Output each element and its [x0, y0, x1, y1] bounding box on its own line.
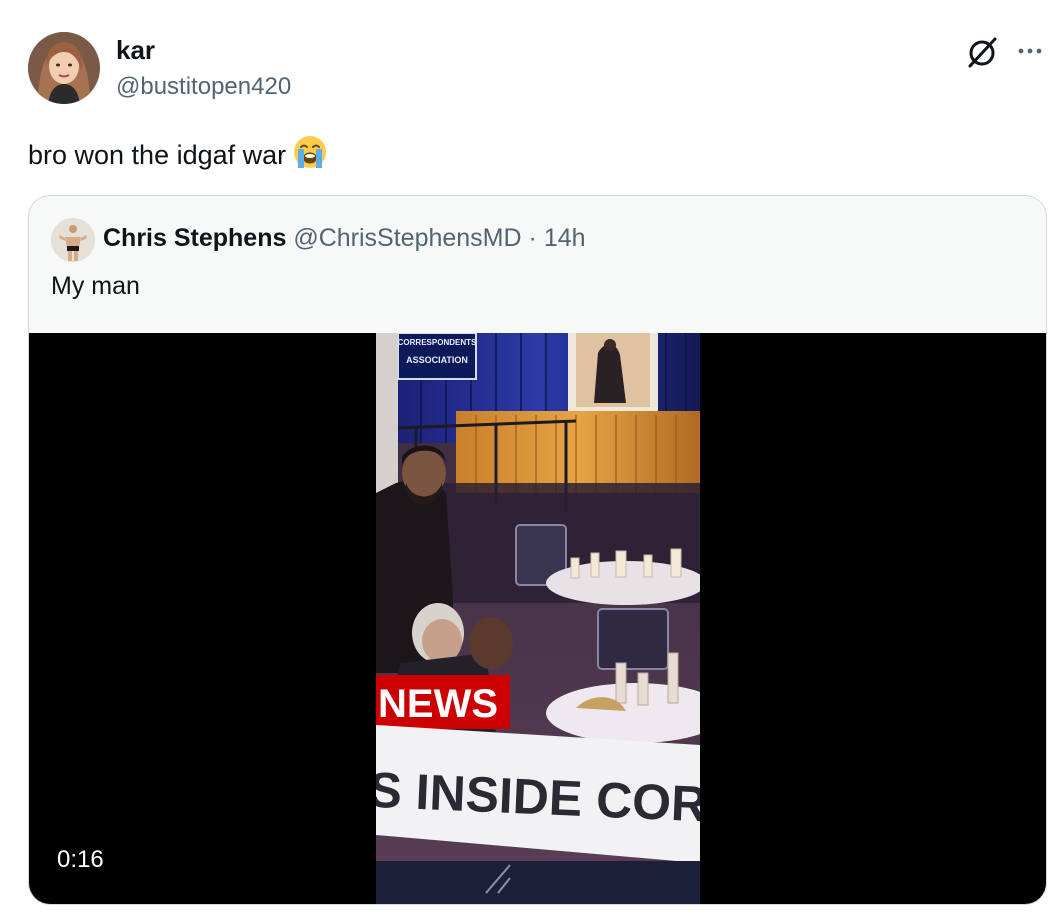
quoted-post-timestamp[interactable]: 14h: [544, 224, 586, 252]
video-frame: CORRESPONDENTS ASSOCIATION NEWS S INSIDE…: [376, 333, 700, 904]
quoted-post-card[interactable]: Chris Stephens @ChrisStephensMD · 14h My…: [28, 195, 1047, 905]
loudly-crying-face-icon: [292, 134, 328, 179]
news-tag: NEWS: [378, 682, 498, 726]
author-handle[interactable]: @bustitopen420: [116, 72, 291, 102]
quoted-author-avatar[interactable]: [51, 218, 95, 262]
post-text: bro won the idgaf war: [28, 134, 328, 179]
more-options-icon[interactable]: [1012, 36, 1048, 66]
backdrop-sign-line2: ASSOCIATION: [406, 355, 468, 365]
post-text-content: bro won the idgaf war: [28, 140, 287, 170]
grok-icon[interactable]: [962, 32, 1002, 72]
author-avatar[interactable]: [28, 32, 100, 104]
header-separator: ·: [528, 224, 537, 252]
quoted-post-text: My man: [51, 272, 140, 300]
video-player[interactable]: CORRESPONDENTS ASSOCIATION NEWS S INSIDE…: [29, 333, 1046, 904]
quoted-author-handle[interactable]: @ChrisStephensMD: [293, 224, 521, 252]
quoted-author-name[interactable]: Chris Stephens: [103, 224, 286, 252]
video-duration: 0:16: [57, 846, 104, 873]
author-display-name[interactable]: kar: [116, 34, 155, 66]
backdrop-sign-line1: CORRESPONDENTS: [398, 338, 477, 347]
quoted-post-header: Chris Stephens @ChrisStephensMD · 14h: [103, 222, 586, 254]
